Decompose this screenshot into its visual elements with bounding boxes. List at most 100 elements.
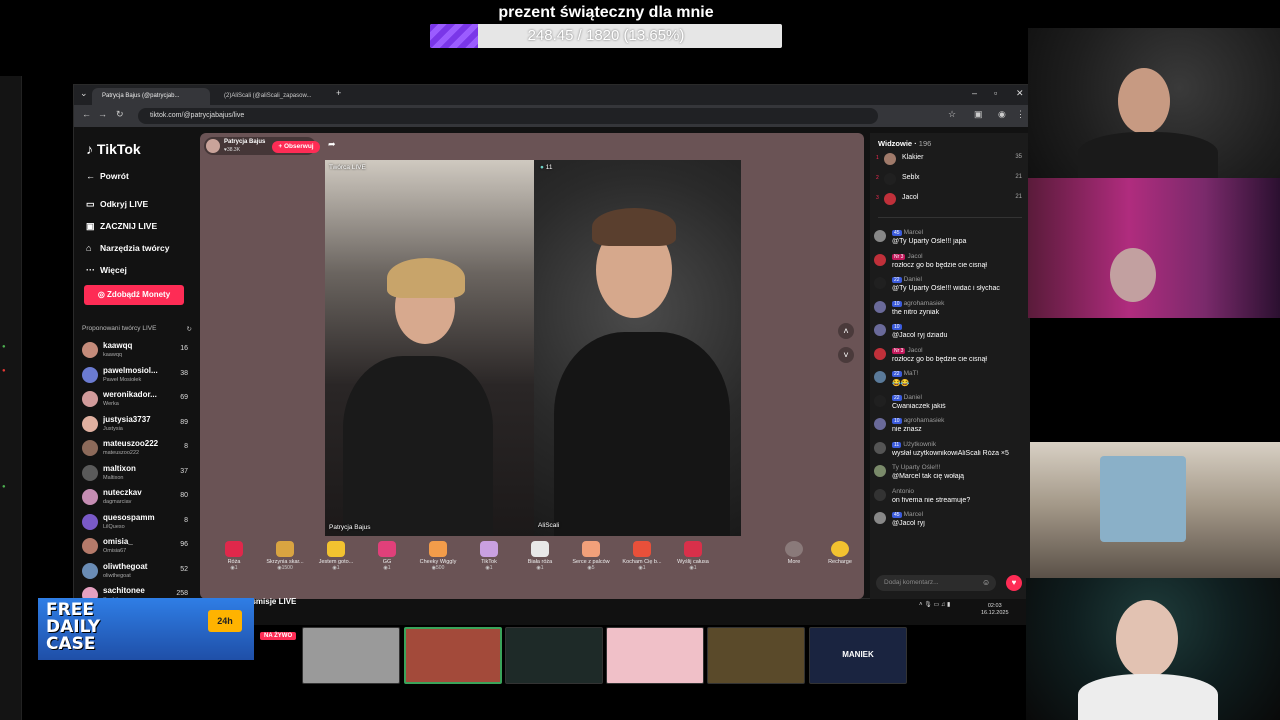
chat-user[interactable]: 45 Marcel [892,511,923,518]
chevron-up-icon[interactable]: ˄ [838,323,854,339]
get-coins-button[interactable]: ◎ Zdobądź Monety [84,285,184,305]
tab-search-icon[interactable]: ⌄ [80,88,88,99]
maximize-icon[interactable]: ▫ [994,88,997,98]
reload-icon[interactable]: ↻ [116,109,124,120]
extensions-icon[interactable]: ▣ [974,109,983,120]
chevron-down-icon[interactable]: ˅ [838,347,854,363]
avatar [82,415,98,432]
gift-icon [276,541,294,557]
menu-icon[interactable]: ⋮ [1016,109,1025,120]
minimize-icon[interactable]: – [972,88,977,98]
network-icon[interactable]: ▭ [933,602,939,608]
top-viewer[interactable]: 3 Jacol 21 [876,191,1026,209]
plus-icon[interactable]: + [336,88,341,98]
chat-user[interactable]: Nr 3 Jacol [892,253,923,260]
system-tray: ˄ 🎙 ▭ ♫ ▮ [919,601,950,608]
forward-icon[interactable]: → [98,109,107,119]
tray-chevron-icon[interactable]: ˄ [919,602,923,608]
suggested-creator[interactable]: pawelmosiol... Paweł Mosiołek 38 [82,364,192,388]
chat-user[interactable]: Ty Uparty Ośle!!! [892,464,940,471]
close-icon[interactable]: ✕ [1016,88,1024,99]
recommended-live-thumbnail[interactable]: MANIEK [809,627,907,684]
suggested-creator[interactable]: omisia_ Omisia67 96 [82,535,192,559]
viewer-count: 8 [184,443,188,450]
person-head [1118,68,1170,134]
chat-user[interactable]: 10 agrohamasiek [892,300,944,307]
tab-aliscali[interactable]: (2)AliScali (@aliScali_zapasow... [214,88,328,105]
gift-heart-icon[interactable]: ♥ [1006,575,1022,591]
suggested-creator[interactable]: maltixon Maltixon 37 [82,462,192,486]
top-viewer[interactable]: 2 Seblx 21 [876,171,1026,189]
recommended-live-thumbnail[interactable] [505,627,603,684]
clock[interactable]: 02:03 16.12.2025 [981,603,1009,617]
avatar [874,418,886,430]
viewer-rank: 3 [876,195,879,201]
suggested-creator[interactable]: kaawqq kaawqq 16 [82,339,192,363]
viewer-rank: 2 [876,175,879,181]
chat-username: Marcel [903,229,924,236]
goal-progress-bar: 248.45 / 1820 (13.65%) [430,24,782,48]
nav-more[interactable]: ··· Więcej [86,265,127,275]
follow-button[interactable]: + Obserwuj [272,141,320,153]
level-badge: 10 [892,324,902,330]
chat-username: Daniel [903,393,922,401]
gift-price-value: 1500 [281,565,293,571]
creator-name-label: Patrycja Bajus [329,524,371,531]
chat-user[interactable]: Nr 3 Jacol [892,347,923,354]
video-guest[interactable]: ● 11 AliScali [534,160,741,536]
profile-icon[interactable]: ◉ [998,109,1006,120]
gift-item[interactable]: Wyślij całusa ◉1 [663,537,723,571]
suggested-creator[interactable]: quesospamm LilQueso 8 [82,511,192,535]
divider [878,217,1022,218]
star-icon[interactable]: ☆ [948,109,956,120]
chat-user[interactable]: 22 MaT! [892,370,918,377]
refresh-icon[interactable]: ↻ [187,325,192,333]
viewer-name: Jacol [902,194,919,201]
live-stage: Patrycja Bajus ♥38.3K + Obserwuj ➦ Twórc… [200,133,864,599]
chat-user[interactable]: 22 Daniel [892,394,922,401]
host-avatar [206,139,220,153]
nav-back[interactable]: ← Powrót [86,171,129,181]
tab-patrycja[interactable]: Patrycja Bajus (@patrycjab... [92,88,210,105]
suggested-creator[interactable]: nuteczkav dagmarciav 80 [82,486,192,510]
chat-user[interactable]: 45 Marcel [892,229,923,236]
back-icon[interactable]: ← [82,109,91,119]
nav-start-live[interactable]: ▣ ZACZNIJ LIVE [86,221,157,232]
url-input[interactable]: tiktok.com/@patrycjabajus/live [138,108,878,124]
gift-price-value: 1 [234,565,238,571]
avatar [82,366,98,383]
video-creator[interactable]: Twórca LIVE Patrycja Bajus [325,160,534,536]
recharge-button[interactable]: Recharge [810,537,870,565]
top-viewer[interactable]: 1 Klakier 35 [876,151,1026,169]
window-view [1100,456,1186,542]
chat-user[interactable]: 10 [892,323,904,330]
chat-user[interactable]: 10 agrohamasiek [892,417,944,424]
creator-name: oliwthegoat [103,561,148,571]
creator-sub: dagmarciav [103,499,132,505]
recommended-live-thumbnail[interactable] [606,627,704,684]
level-badge: 10 [892,418,902,424]
recommended-live-thumbnail[interactable] [707,627,805,684]
suggested-creator[interactable]: mateuszoo222 mateuszoo222 8 [82,437,192,461]
nav-discover-live[interactable]: ▭ Odkryj LIVE [86,199,148,210]
chat-panel: Widzowie · 196 1 Klakier 35 2 Seblx 21 3 Jacol 2… [870,133,1030,599]
recommended-live-thumbnail[interactable] [404,627,502,684]
level-badge: 22 [892,277,902,283]
battery-icon[interactable]: ▮ [947,602,950,608]
chat-user[interactable]: 22 Daniel [892,276,922,283]
share-icon[interactable]: ➦ [328,139,336,150]
suggested-creator[interactable]: oliwthegoat oliwthegoat 52 [82,560,192,584]
mic-icon[interactable]: 🎙 [924,602,932,608]
nav-creator-tools[interactable]: ⌂ Narzędzia twórcy [86,243,169,253]
tiktok-logo[interactable]: ♪ TikTok [86,141,141,157]
comment-input[interactable]: Dodaj komentarz... [876,575,996,591]
suggested-creator[interactable]: weronikador... Werka 69 [82,388,192,412]
volume-icon[interactable]: ♫ [941,602,946,608]
emoji-icon[interactable]: ☺ [982,578,990,587]
chat-user[interactable]: 11 Użytkownik [892,441,936,448]
recommended-live-thumbnail[interactable] [302,627,400,684]
chat-user[interactable]: Antonio [892,488,914,495]
person-body [1078,132,1218,178]
suggested-creator[interactable]: justysia3737 Justysia 89 [82,413,192,437]
host-pill[interactable]: Patrycja Bajus ♥38.3K + Obserwuj [204,137,320,155]
